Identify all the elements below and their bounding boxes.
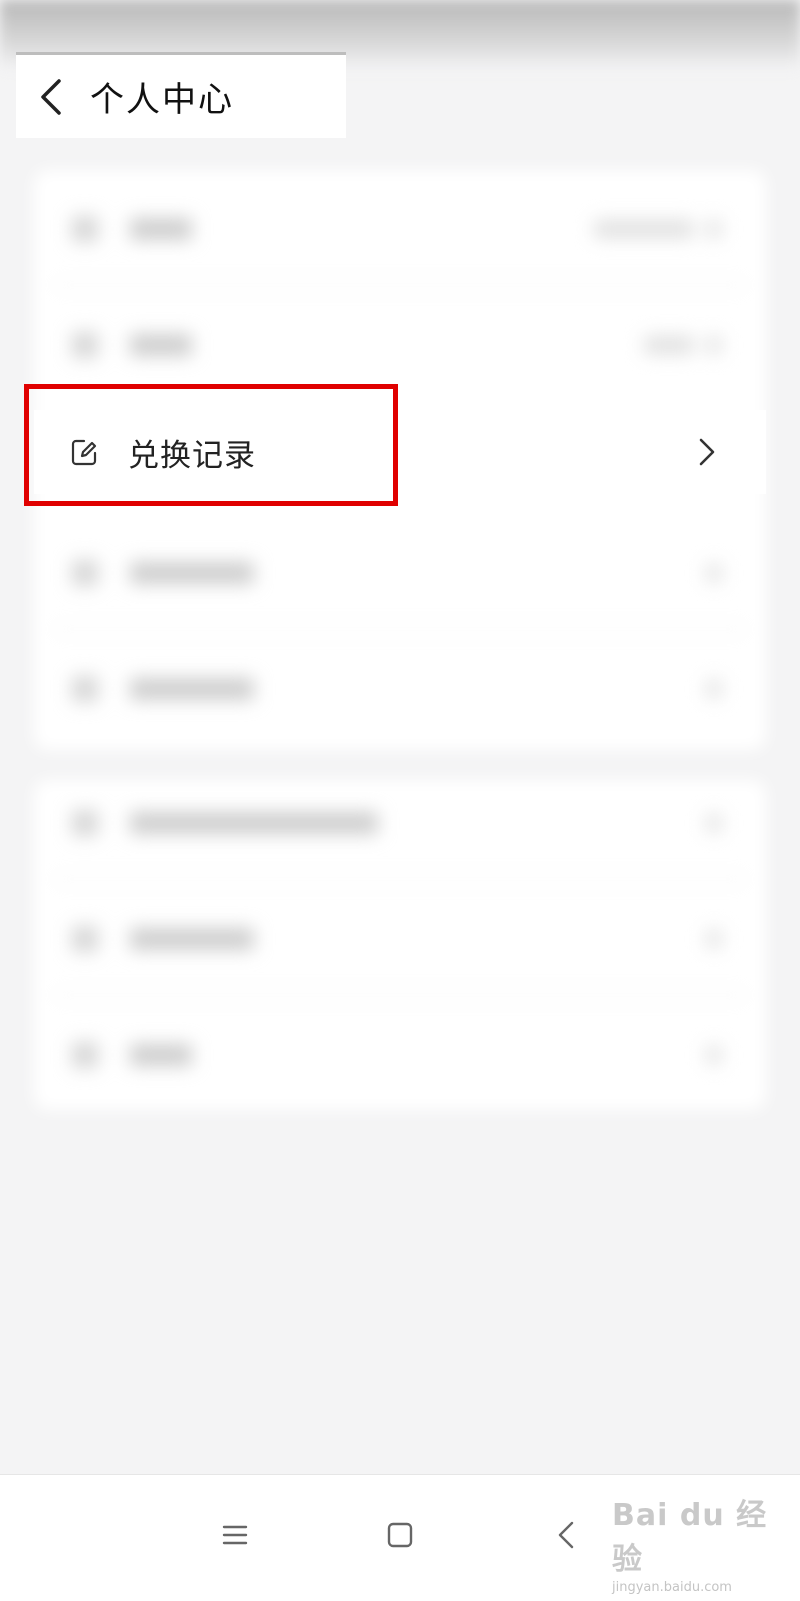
blurred-list-item[interactable] (34, 170, 766, 286)
chevron-right-icon (699, 438, 715, 466)
home-icon (387, 1522, 413, 1548)
watermark-logo: Bai du 经验 (612, 1498, 768, 1577)
menu-icon (222, 1525, 248, 1545)
blurred-list-item[interactable] (34, 880, 766, 996)
nav-back-button[interactable] (537, 1505, 597, 1565)
blurred-list-item[interactable] (34, 630, 766, 746)
blurred-list-item[interactable] (34, 996, 766, 1112)
blurred-list-item[interactable] (34, 286, 766, 402)
edit-icon (71, 439, 97, 466)
menu-button[interactable] (205, 1505, 265, 1565)
exchange-record-item[interactable]: 兑换记录 (34, 410, 766, 494)
blurred-list-item[interactable] (34, 514, 766, 630)
blurred-list-item[interactable] (34, 764, 766, 880)
watermark-url: jingyan.baidu.com (612, 1580, 732, 1595)
page-title: 个人中心 (90, 80, 234, 120)
home-button[interactable] (370, 1505, 430, 1565)
back-button[interactable] (16, 54, 86, 140)
exchange-record-label: 兑换记录 (128, 437, 256, 474)
back-icon (41, 78, 61, 115)
back-icon (558, 1521, 574, 1549)
watermark: Bai du 经验 jingyan.baidu.com (612, 1490, 782, 1595)
app-header: 个人中心 (16, 52, 346, 138)
